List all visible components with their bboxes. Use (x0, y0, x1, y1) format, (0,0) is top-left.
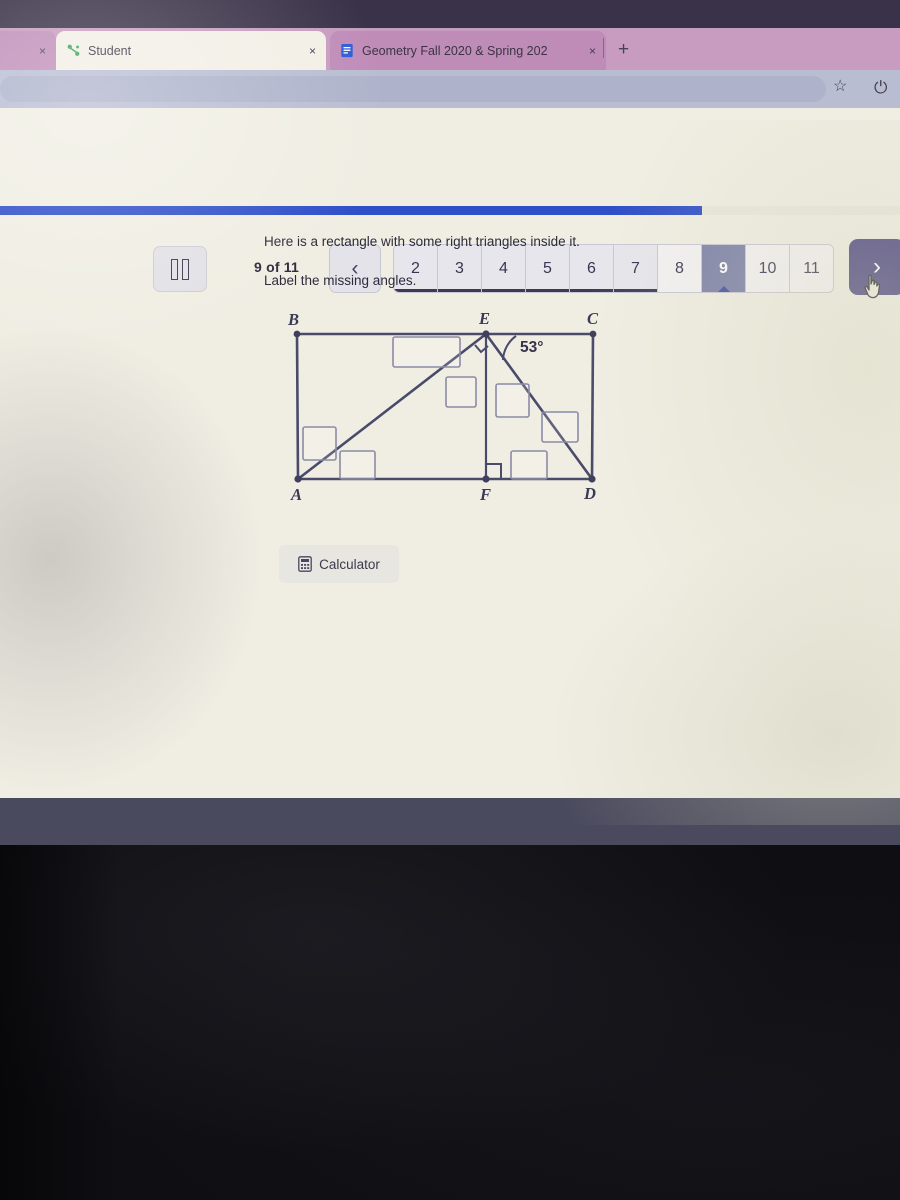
window-top-shade (0, 0, 900, 28)
close-icon[interactable]: × (305, 44, 316, 58)
browser-tab-strip: etry × Student × (0, 28, 900, 70)
power-icon[interactable]: ⏻ (874, 79, 887, 96)
next-page-button[interactable]: › (849, 239, 900, 295)
question-line-1: Here is a rectangle with some right tria… (264, 234, 580, 249)
vertex-label-F: F (479, 485, 491, 504)
browser-tab-geometry-doc[interactable]: Geometry Fall 2020 & Spring 202 × (330, 31, 606, 70)
activity-progress-fill (0, 206, 702, 215)
page-button-10[interactable]: 10 (746, 245, 790, 292)
vertex-label-C: C (587, 309, 599, 328)
screenshot-root: etry × Student × (0, 0, 900, 1200)
answer-boxes (302, 336, 579, 480)
vertex-label-E: E (478, 309, 490, 328)
answer-box-BEA (392, 336, 461, 368)
tab-title: Geometry Fall 2020 & Spring 202 (362, 43, 548, 58)
geometry-figure: 53° B E C A F D (270, 304, 630, 514)
page-button-5[interactable]: 5 (526, 245, 570, 292)
activity-page: 9 of 11 ‹ 2 3 4 5 6 7 8 9 10 11 › Here i… (0, 108, 900, 798)
chromeos-shelf: 1 (0, 798, 900, 845)
pause-icon (171, 258, 189, 280)
answer-box-FEC (495, 383, 530, 418)
google-docs-icon (340, 43, 355, 58)
answer-box-ECD (541, 411, 579, 443)
page-button-3[interactable]: 3 (438, 245, 482, 292)
new-tab-button[interactable]: + (618, 40, 629, 59)
answer-box-EDF (510, 450, 548, 480)
bookmark-star-icon[interactable]: ☆ (833, 79, 847, 95)
answer-box-BAE (302, 426, 337, 461)
vertex-label-B: B (287, 310, 299, 329)
vertex-label-A: A (290, 485, 302, 504)
browser-tab-geometry[interactable]: etry × (0, 31, 56, 70)
calculator-button[interactable]: Calculator (279, 545, 399, 583)
page-button-7[interactable]: 7 (614, 245, 658, 292)
page-button-11[interactable]: 11 (790, 245, 833, 292)
page-button-6[interactable]: 6 (570, 245, 614, 292)
vertex-label-D: D (583, 484, 596, 503)
page-button-4[interactable]: 4 (482, 245, 526, 292)
calculator-icon (298, 556, 312, 572)
laptop-deck: DELL ⎘ ◱ ⭘ ☀ ᵏ ◂ (0, 845, 900, 1200)
answer-box-AEF (445, 376, 477, 408)
tab-divider (603, 38, 604, 58)
browser-toolbar: ☆ ⏻ (0, 70, 900, 108)
address-bar[interactable] (0, 76, 826, 102)
angle-arc-53 (502, 335, 517, 361)
page-button-9[interactable]: 9 (702, 245, 746, 292)
angle-label-53: 53° (520, 339, 543, 356)
activity-progress-bar (0, 206, 900, 215)
desmos-icon (66, 43, 81, 58)
answer-box-EAF (339, 450, 376, 480)
page-number-list: 2 3 4 5 6 7 8 9 10 11 (393, 244, 834, 293)
pause-button[interactable] (153, 246, 207, 292)
page-button-8[interactable]: 8 (658, 245, 702, 292)
close-icon[interactable]: × (35, 44, 46, 58)
question-line-2: Label the missing angles. (264, 273, 417, 288)
browser-tab-student[interactable]: Student × (56, 31, 326, 70)
calculator-button-label: Calculator (319, 556, 380, 572)
laptop-screen: etry × Student × (0, 0, 900, 845)
close-icon[interactable]: × (585, 44, 596, 58)
tab-title: Student (88, 43, 132, 58)
